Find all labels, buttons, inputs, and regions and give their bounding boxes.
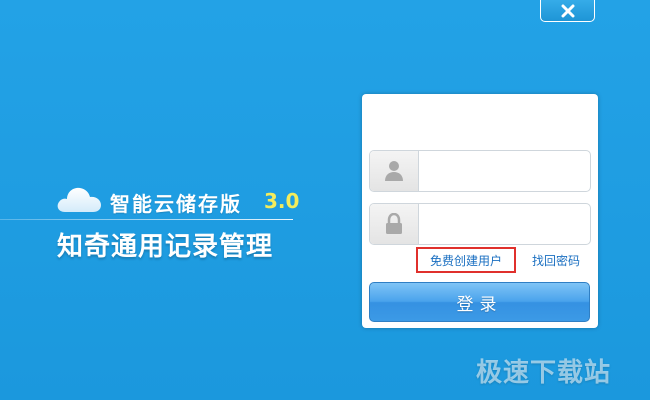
password-input[interactable]: [420, 204, 588, 244]
close-icon: [561, 4, 574, 17]
cloud-icon: [57, 187, 101, 212]
login-button[interactable]: 登录: [369, 282, 590, 322]
close-button[interactable]: [540, 0, 595, 22]
username-field[interactable]: [369, 150, 591, 192]
brand-divider: [0, 219, 293, 220]
password-field[interactable]: [369, 203, 591, 245]
product-version: 3.0: [264, 189, 300, 213]
product-name: 智能云储存版: [110, 192, 242, 216]
username-input[interactable]: [420, 151, 588, 191]
password-icon-box: [370, 204, 419, 244]
app-window: 智能云储存版 3.0 知奇通用记录管理 免费创建用户 找回密码 登录 极速下载站: [0, 0, 650, 400]
lock-icon: [386, 213, 402, 234]
forgot-password-link[interactable]: 找回密码: [532, 252, 580, 269]
watermark: 极速下载站: [476, 358, 612, 388]
register-link[interactable]: 免费创建用户: [416, 247, 516, 273]
login-panel: 免费创建用户 找回密码 登录: [362, 94, 598, 328]
username-icon-box: [370, 151, 419, 191]
app-title: 知奇通用记录管理: [57, 232, 274, 262]
user-icon: [385, 161, 403, 181]
